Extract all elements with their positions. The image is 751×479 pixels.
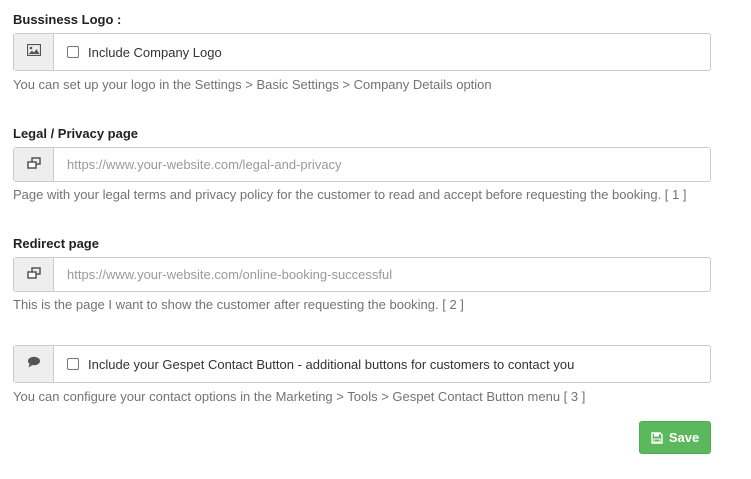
legal-help-text: Page with your legal terms and privacy p… bbox=[13, 187, 687, 202]
redirect-help-text: This is the page I want to show the cust… bbox=[13, 297, 464, 312]
contact-help-text: You can configure your contact options i… bbox=[13, 389, 586, 404]
redirect-url-input[interactable] bbox=[67, 258, 710, 291]
redirect-page-label: Redirect page bbox=[13, 236, 99, 251]
external-link-icon bbox=[26, 156, 41, 174]
contact-addon bbox=[14, 346, 54, 382]
include-logo-label: Include Company Logo bbox=[88, 44, 222, 60]
logo-addon bbox=[14, 34, 54, 70]
save-label: Save bbox=[668, 430, 700, 445]
legal-privacy-label: Legal / Privacy page bbox=[13, 126, 139, 141]
legal-url-input[interactable] bbox=[67, 148, 710, 181]
redirect-input-group bbox=[13, 257, 711, 292]
include-contact-label: Include your Gespet Contact Button - add… bbox=[88, 356, 575, 372]
legal-input-wrap bbox=[54, 148, 710, 181]
business-logo-label: Bussiness Logo : bbox=[13, 12, 122, 27]
include-contact-checkbox[interactable] bbox=[67, 358, 79, 370]
include-logo-option[interactable]: Include Company Logo bbox=[54, 34, 710, 70]
save-button[interactable]: Save bbox=[639, 421, 711, 454]
redirect-addon bbox=[14, 258, 54, 291]
redirect-input-wrap bbox=[54, 258, 710, 291]
logo-input-group: Include Company Logo bbox=[13, 33, 711, 71]
speech-bubble-icon bbox=[27, 355, 41, 373]
legal-addon bbox=[14, 148, 54, 181]
image-icon bbox=[26, 43, 41, 61]
include-contact-option[interactable]: Include your Gespet Contact Button - add… bbox=[54, 346, 710, 382]
legal-input-group bbox=[13, 147, 711, 182]
external-link-icon bbox=[26, 266, 41, 284]
logo-help-text: You can set up your logo in the Settings… bbox=[13, 77, 492, 92]
floppy-disk-icon bbox=[651, 431, 663, 444]
include-logo-checkbox[interactable] bbox=[67, 46, 79, 58]
contact-input-group: Include your Gespet Contact Button - add… bbox=[13, 345, 711, 383]
